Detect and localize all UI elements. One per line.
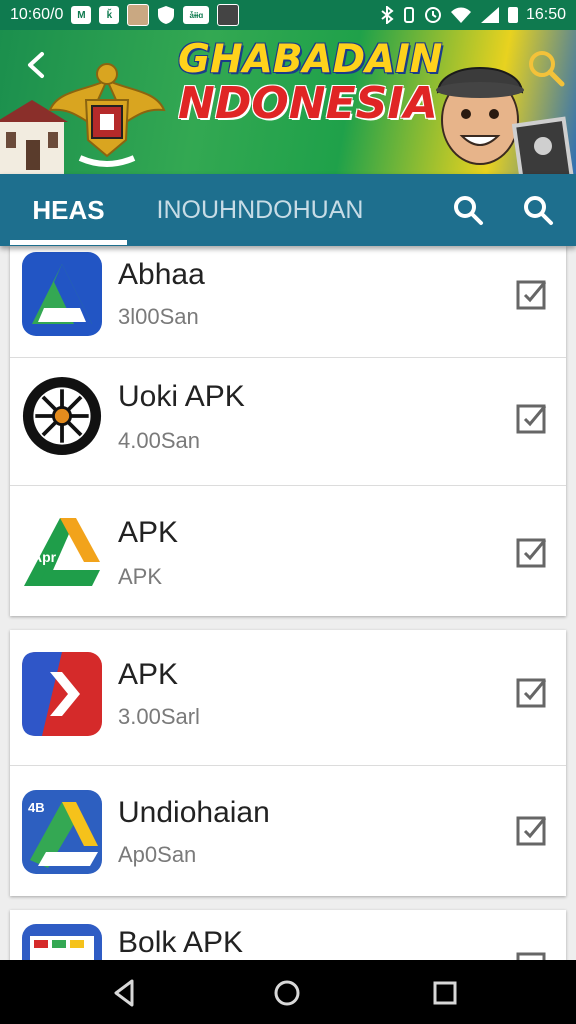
bluetooth-icon (381, 6, 394, 24)
app-name: Bolk APK (118, 926, 244, 959)
mail-notification-icon: M (71, 6, 92, 24)
app-name: APK (118, 516, 179, 549)
chess-notification-icon (217, 4, 240, 26)
checkbox-icon[interactable] (516, 536, 548, 568)
vibrate-icon (403, 7, 414, 23)
wifi-icon (450, 7, 471, 23)
black-wheel-icon (22, 376, 102, 456)
tab-bar: HEAS INOUHNDOHUAN (0, 174, 576, 246)
active-tab-indicator (10, 240, 127, 245)
navigation-bar (0, 960, 576, 1024)
app-list-card: APK 3.00Sarl 4B Undiohaian Ap0San (10, 630, 566, 896)
photo-frame-illustration (512, 116, 574, 174)
status-bar: 10:60/0 M ǩ ǡɨɨɑ 16:50 (0, 0, 576, 30)
text-notification-icon: ǡɨɨɑ (183, 6, 210, 24)
app-list-item[interactable]: Apr APK APK (10, 486, 566, 616)
battery-icon (507, 7, 518, 23)
blue-green-triangle-icon (22, 252, 102, 336)
banner-title-line2: NDONESIA (178, 77, 438, 129)
svg-text:4B: 4B (28, 800, 45, 815)
recents-square-icon[interactable] (428, 976, 462, 1010)
app-size: 4.00San (118, 428, 200, 453)
app-list-card: Abhaa 3l00San Uoki APK 4.00San Apr APK A… (10, 246, 566, 616)
checkbox-icon[interactable] (516, 676, 548, 708)
search-icon-secondary[interactable] (520, 192, 556, 228)
shield-notification-icon (158, 6, 175, 24)
home-circle-icon[interactable] (270, 976, 304, 1010)
green-orange-triangle-icon: Apr (24, 518, 100, 586)
tab-inouhndohuan[interactable]: INOUHNDOHUAN (140, 174, 380, 246)
app-name: Uoki APK (118, 380, 245, 413)
svg-text:Apr: Apr (32, 549, 57, 565)
app-size: Ap0San (118, 842, 197, 867)
magnifier-icon (529, 51, 565, 87)
status-bar-right: 16:50 (380, 6, 566, 24)
app-size: 3.00Sarl (118, 704, 200, 729)
app-list-item[interactable]: 4B Undiohaian Ap0San (10, 766, 566, 896)
alarm-icon (424, 7, 441, 23)
garuda-emblem (48, 63, 166, 167)
app-name: Undiohaian (118, 796, 270, 829)
app-list-item[interactable]: APK 3.00Sarl (10, 630, 566, 766)
app-notification-icon: ǩ (99, 6, 120, 24)
back-triangle-icon[interactable] (108, 976, 142, 1010)
app-size: 3l00San (118, 304, 199, 329)
search-icon[interactable] (450, 192, 486, 228)
banner-title: GHABADAIN NDONESIA (178, 37, 443, 129)
status-time: 16:50 (525, 6, 566, 23)
status-bar-left: 10:60/0 M ǩ ǡɨɨɑ (10, 4, 240, 26)
drive-triangle-icon: 4B (22, 790, 102, 874)
status-left-text: 10:60/0 (10, 6, 64, 23)
back-icon[interactable] (22, 50, 52, 80)
signal-icon (480, 7, 499, 23)
checkbox-icon[interactable] (516, 402, 548, 434)
photo-notification-icon (127, 4, 150, 26)
app-list-item[interactable]: Abhaa 3l00San (10, 246, 566, 358)
app-name: Abhaa (118, 258, 205, 291)
app-name: APK (118, 658, 179, 691)
checkbox-icon[interactable] (516, 814, 548, 846)
app-list-item[interactable]: Uoki APK 4.00San (10, 358, 566, 486)
app-size: APK (118, 564, 163, 589)
header-banner: GHABADAIN NDONESIA (0, 30, 576, 174)
banner-title-line1: GHABADAIN (178, 37, 443, 82)
tab-heas[interactable]: HEAS (10, 174, 127, 246)
red-blue-arrow-icon (22, 652, 102, 736)
checkbox-icon[interactable] (516, 278, 548, 310)
